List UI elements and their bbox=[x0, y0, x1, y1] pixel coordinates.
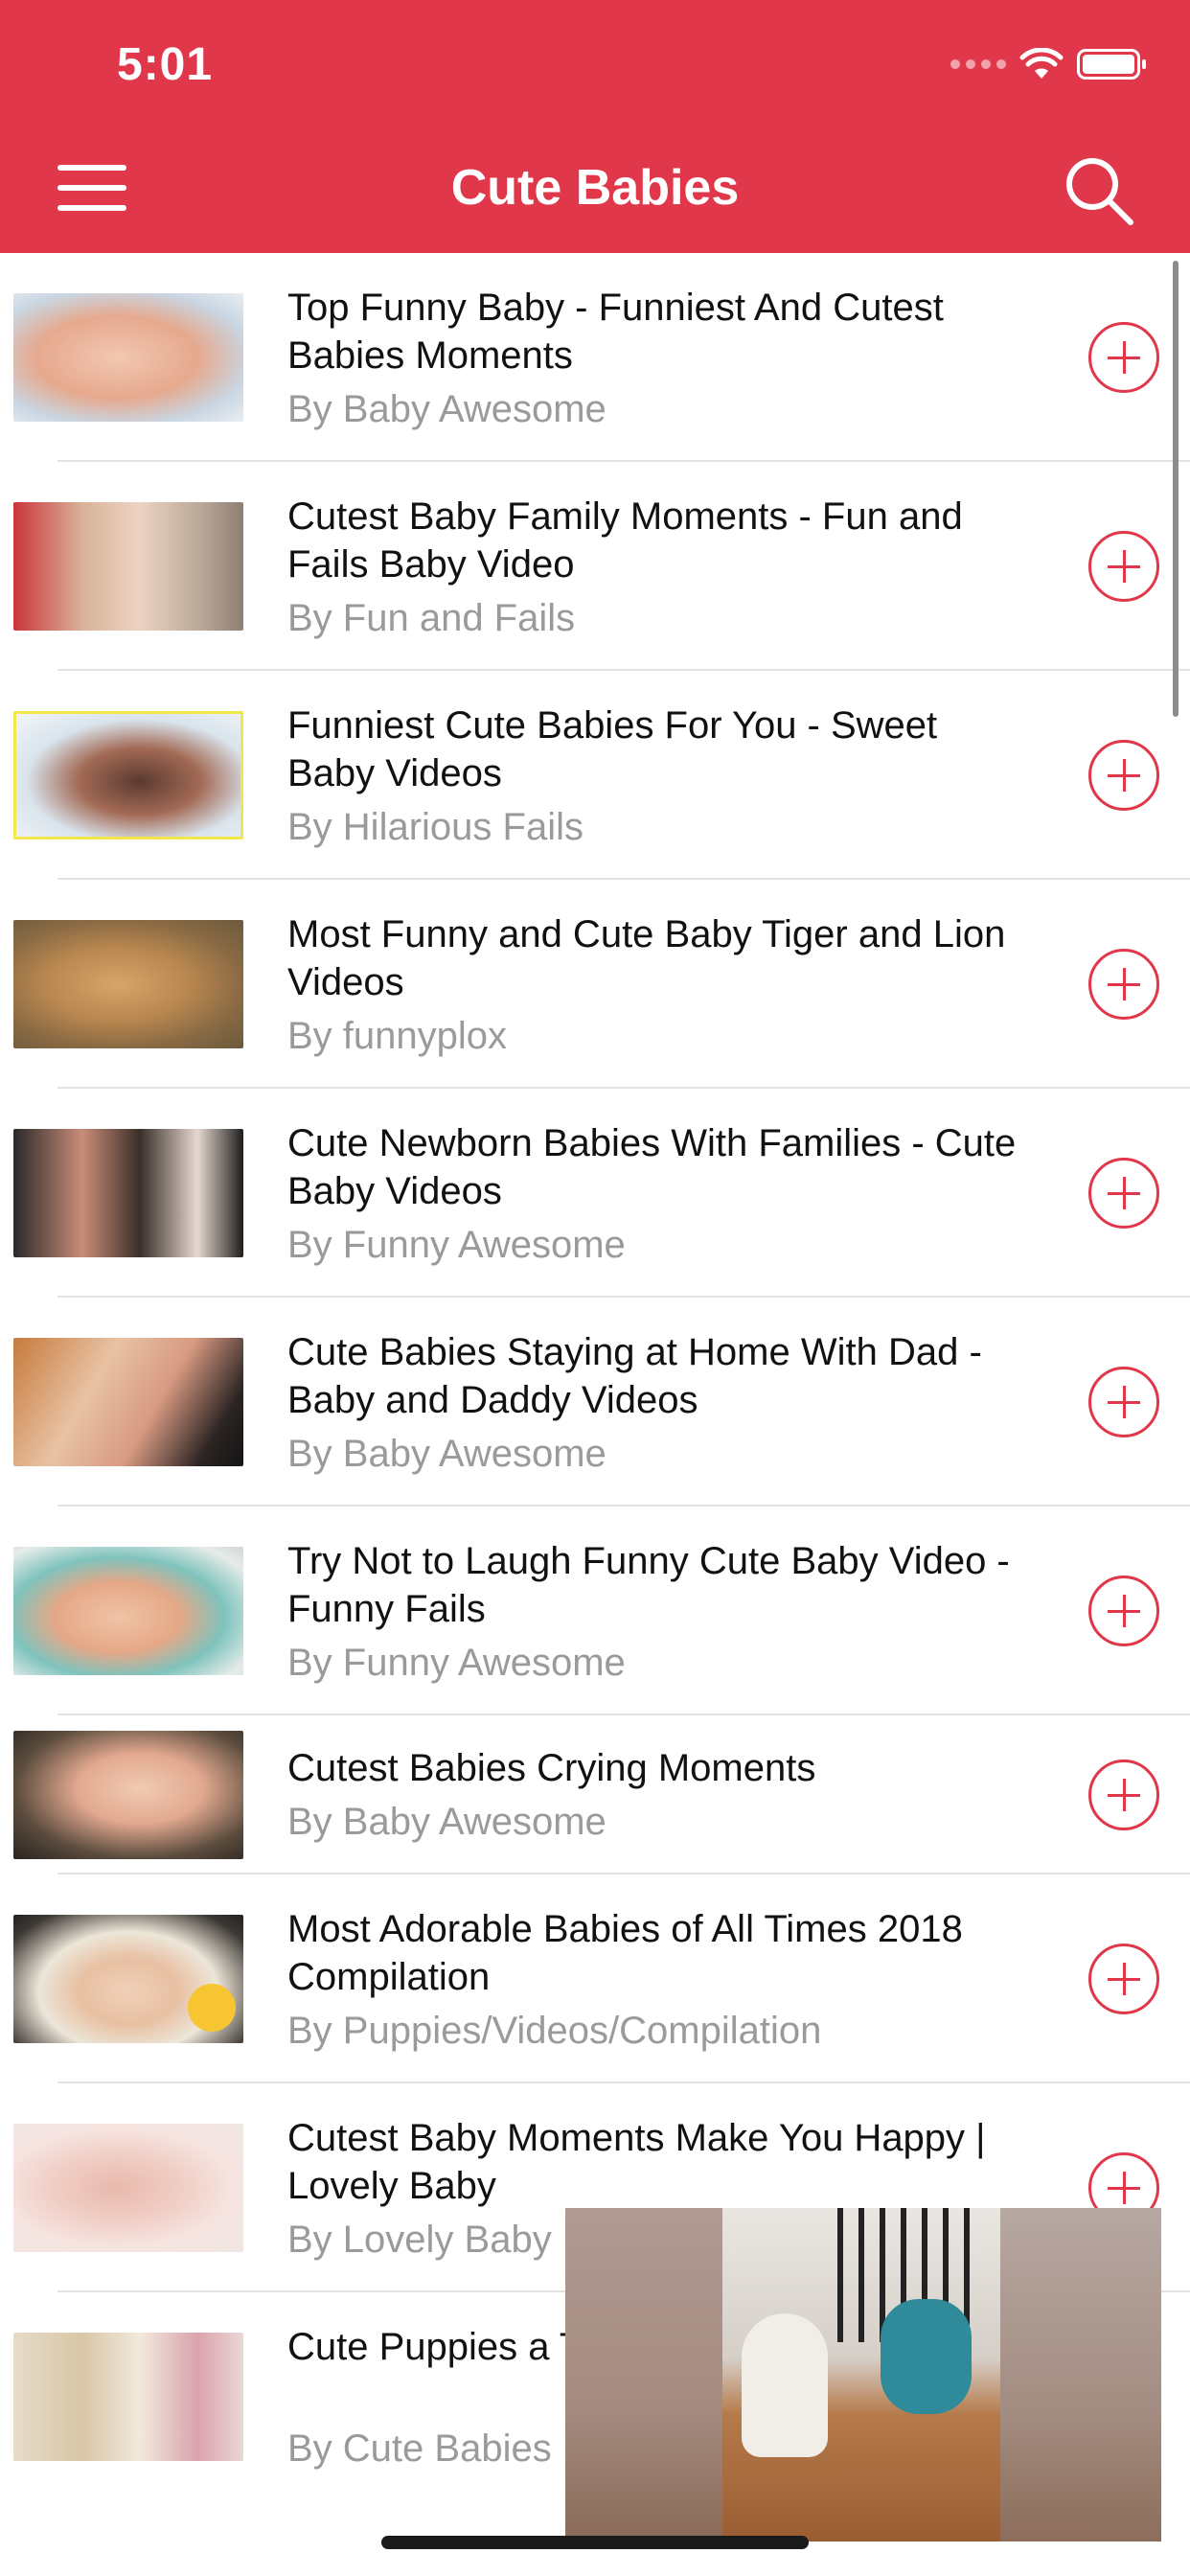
video-thumbnail[interactable] bbox=[13, 920, 243, 1048]
video-thumbnail[interactable] bbox=[13, 2124, 243, 2252]
add-button[interactable] bbox=[1088, 531, 1159, 602]
video-author: By Baby Awesome bbox=[287, 1801, 606, 1843]
list-item[interactable]: Funniest Cute Babies For You - Sweet Bab… bbox=[0, 671, 1190, 880]
heart-eyes-emoji-icon bbox=[188, 1984, 236, 2032]
video-title[interactable]: Cute Newborn Babies With Families - Cute… bbox=[287, 1119, 1035, 1215]
video-thumbnail[interactable] bbox=[13, 293, 243, 422]
video-author: By Puppies/Videos/Compilation bbox=[287, 2010, 822, 2052]
video-title[interactable]: Funniest Cute Babies For You - Sweet Bab… bbox=[287, 702, 1035, 797]
video-title[interactable]: Most Adorable Babies of All Times 2018 C… bbox=[287, 1905, 1035, 2001]
video-thumbnail[interactable] bbox=[13, 1338, 243, 1466]
video-author: By Funny Awesome bbox=[287, 1224, 626, 1266]
list-item[interactable]: Cute Newborn Babies With Families - Cute… bbox=[0, 1089, 1190, 1298]
list-item[interactable]: Top Funny Baby - Funniest And Cutest Bab… bbox=[0, 253, 1190, 462]
video-title[interactable]: Cutest Baby Moments Make You Happy | Lov… bbox=[287, 2114, 1035, 2210]
status-indicators bbox=[950, 40, 1146, 88]
video-title[interactable]: Most Funny and Cute Baby Tiger and Lion … bbox=[287, 910, 1035, 1006]
add-button[interactable] bbox=[1088, 1760, 1159, 1830]
add-button[interactable] bbox=[1088, 1944, 1159, 2014]
scrollbar[interactable] bbox=[1173, 261, 1179, 717]
add-button[interactable] bbox=[1088, 1576, 1159, 1646]
video-thumbnail[interactable] bbox=[13, 1547, 243, 1675]
video-blur-right bbox=[1000, 2208, 1161, 2542]
battery-icon bbox=[1077, 49, 1146, 80]
list-item[interactable]: Cutest Baby Family Moments - Fun and Fai… bbox=[0, 462, 1190, 671]
list-item[interactable]: Cute Babies Staying at Home With Dad - B… bbox=[0, 1298, 1190, 1506]
video-thumbnail[interactable] bbox=[13, 1129, 243, 1257]
video-title[interactable]: Try Not to Laugh Funny Cute Baby Video -… bbox=[287, 1537, 1035, 1633]
video-title[interactable]: Top Funny Baby - Funniest And Cutest Bab… bbox=[287, 284, 1035, 380]
video-author: By funnyplox bbox=[287, 1015, 508, 1057]
video-blur-left bbox=[565, 2208, 722, 2542]
video-thumbnail[interactable] bbox=[13, 2333, 243, 2461]
add-button[interactable] bbox=[1088, 1158, 1159, 1229]
video-thumbnail[interactable] bbox=[13, 1731, 243, 1859]
list-item[interactable]: Cutest Babies Crying Moments By Baby Awe… bbox=[0, 1715, 1190, 1874]
add-button[interactable] bbox=[1088, 322, 1159, 393]
video-title[interactable]: Cutest Babies Crying Moments bbox=[287, 1744, 1035, 1792]
app-header: 5:01 Cute Babies bbox=[0, 0, 1190, 253]
list-item[interactable]: Most Funny and Cute Baby Tiger and Lion … bbox=[0, 880, 1190, 1089]
video-frame bbox=[722, 2208, 1000, 2542]
list-item[interactable]: Most Adorable Babies of All Times 2018 C… bbox=[0, 1874, 1190, 2083]
video-author: By Funny Awesome bbox=[287, 1642, 626, 1684]
video-thumbnail[interactable] bbox=[13, 1915, 243, 2043]
wifi-icon bbox=[1019, 48, 1064, 79]
video-author: By Lovely Baby bbox=[287, 2219, 552, 2261]
list-item[interactable]: Try Not to Laugh Funny Cute Baby Video -… bbox=[0, 1506, 1190, 1715]
video-author: By Cute Babies bbox=[287, 2427, 552, 2470]
status-time: 5:01 bbox=[117, 39, 214, 90]
add-button[interactable] bbox=[1088, 740, 1159, 811]
baby-figure-right bbox=[881, 2299, 972, 2414]
video-thumbnail[interactable] bbox=[13, 711, 243, 840]
baby-figure-left bbox=[742, 2313, 828, 2457]
video-author: By Baby Awesome bbox=[287, 1433, 606, 1475]
search-button[interactable] bbox=[1062, 153, 1138, 230]
search-icon bbox=[1066, 158, 1133, 225]
video-title[interactable]: Cutest Baby Family Moments - Fun and Fai… bbox=[287, 493, 1035, 588]
signal-icon bbox=[950, 59, 1006, 69]
video-author: By Hilarious Fails bbox=[287, 806, 584, 848]
mini-video-player[interactable] bbox=[565, 2208, 1161, 2542]
video-author: By Fun and Fails bbox=[287, 597, 576, 639]
add-button[interactable] bbox=[1088, 1367, 1159, 1438]
video-thumbnail[interactable] bbox=[13, 502, 243, 631]
page-title: Cute Babies bbox=[450, 160, 740, 216]
video-title[interactable]: Cute Babies Staying at Home With Dad - B… bbox=[287, 1328, 1035, 1424]
home-indicator[interactable] bbox=[381, 2536, 809, 2549]
add-button[interactable] bbox=[1088, 949, 1159, 1020]
video-author: By Baby Awesome bbox=[287, 388, 606, 430]
